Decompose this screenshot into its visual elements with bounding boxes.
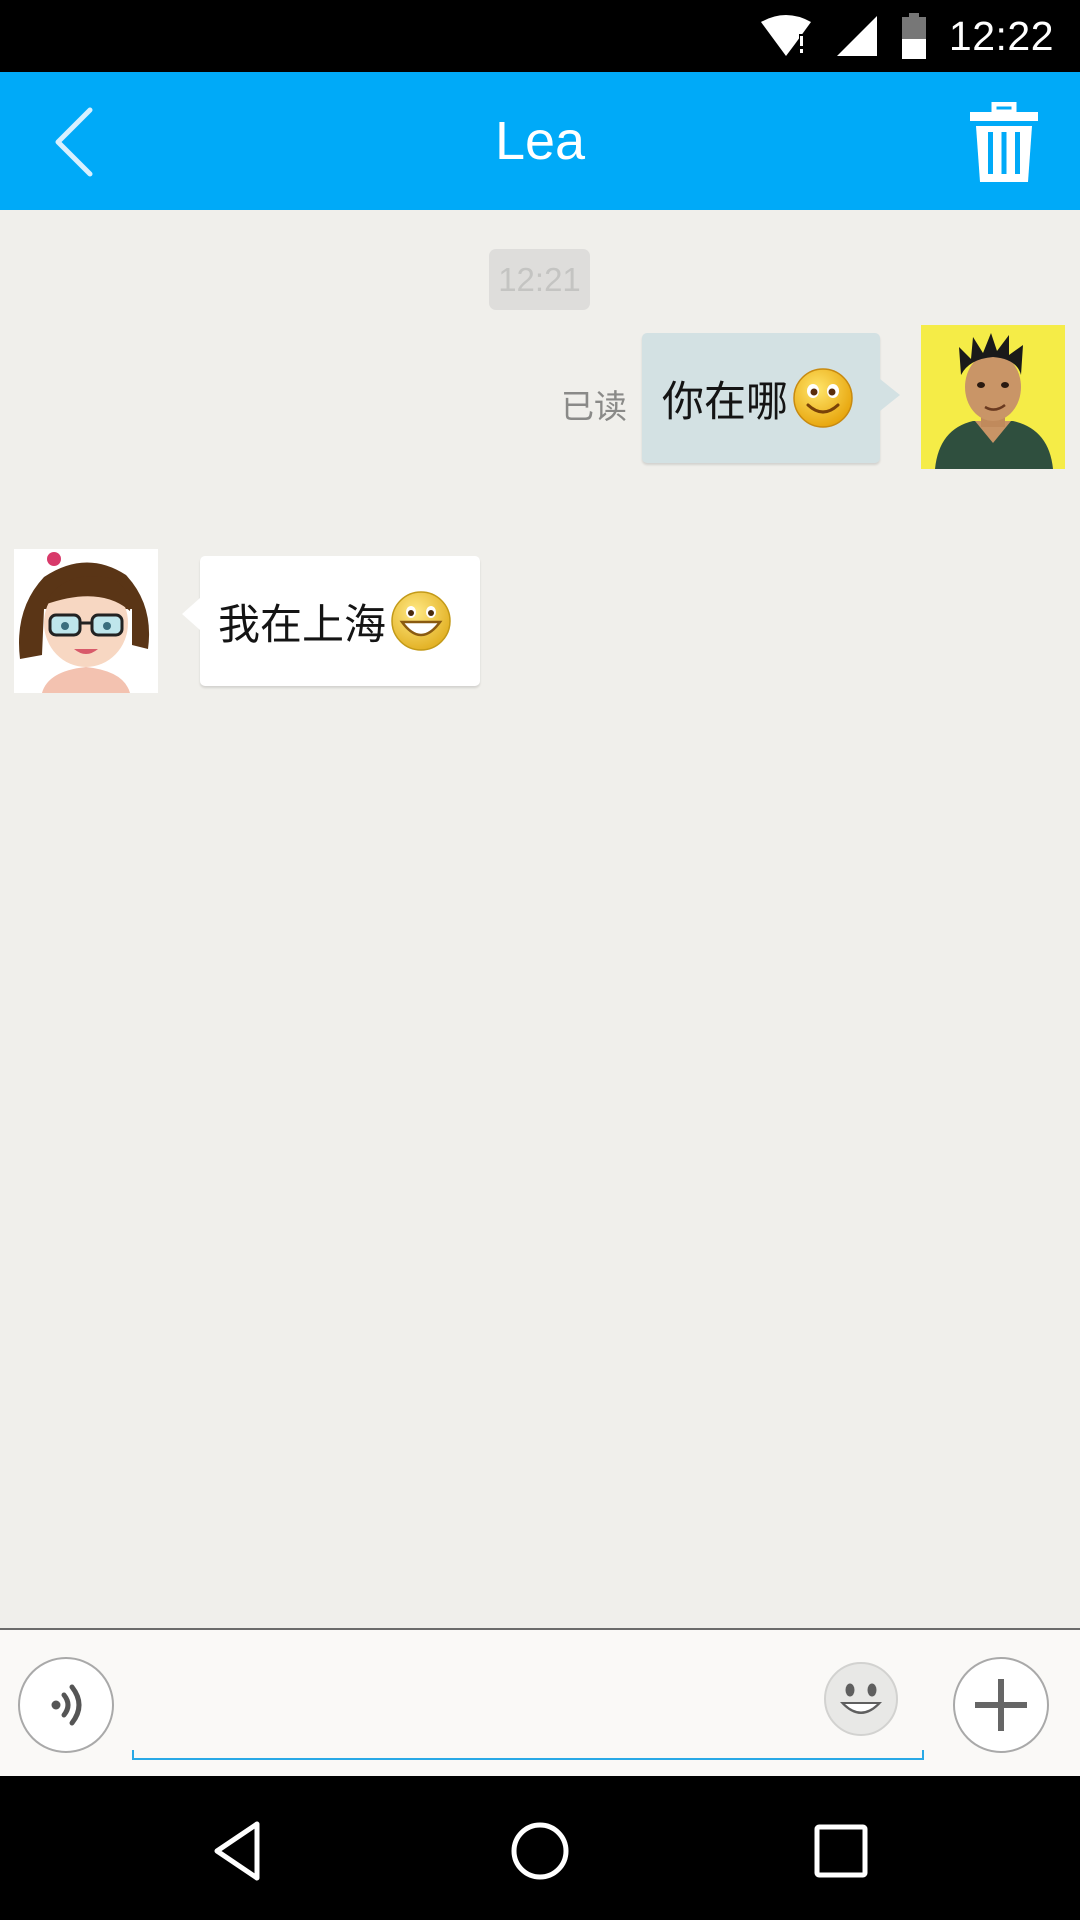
smile-emoji-icon	[793, 368, 853, 428]
delete-button[interactable]	[966, 101, 1042, 184]
battery-icon	[901, 13, 927, 59]
outgoing-message-bubble[interactable]: 你在哪	[642, 333, 900, 463]
system-nav-bar	[0, 1776, 1080, 1920]
my-avatar[interactable]	[921, 325, 1065, 469]
voice-icon	[51, 1684, 82, 1726]
message-text: 你在哪	[662, 376, 789, 426]
nav-recents-button[interactable]	[806, 1816, 876, 1886]
chat-screen: 12:22 Lea 12:21 已读 你在哪 我在上海	[0, 0, 1080, 1920]
plus-icon	[975, 1679, 1027, 1731]
status-time: 12:22	[948, 12, 1054, 59]
incoming-message-bubble[interactable]: 我在上海	[182, 556, 480, 686]
grin-emoji-icon	[391, 591, 451, 651]
trash-icon	[970, 101, 1038, 182]
read-status: 已读	[561, 387, 627, 426]
emoji-button[interactable]	[824, 1662, 898, 1736]
back-button[interactable]	[44, 102, 116, 182]
chat-header: Lea	[0, 72, 1080, 210]
input-underline	[132, 1750, 924, 1760]
status-bar: 12:22	[0, 0, 1080, 72]
male-avatar-icon	[921, 325, 1065, 469]
voice-button[interactable]	[18, 1657, 114, 1753]
lea-avatar[interactable]	[14, 549, 158, 693]
nav-back-icon	[214, 1821, 260, 1881]
message-input-bar	[0, 1628, 1080, 1776]
message-list[interactable]: 12:21 已读 你在哪 我在上海	[0, 210, 1080, 1628]
chat-title: Lea	[494, 111, 586, 171]
chevron-left-icon	[55, 107, 93, 177]
female-avatar-icon	[14, 549, 158, 693]
message-input[interactable]	[132, 1650, 924, 1750]
nav-recents-icon	[814, 1824, 868, 1878]
message-text: 我在上海	[218, 599, 387, 649]
nav-home-icon	[511, 1822, 569, 1880]
emoji-icon	[840, 1683, 882, 1714]
more-options-button[interactable]	[953, 1657, 1049, 1753]
wifi-no-internet-icon	[759, 14, 813, 58]
nav-back-button[interactable]	[205, 1816, 275, 1886]
message-timestamp: 12:21	[489, 249, 590, 310]
nav-home-button[interactable]	[505, 1816, 575, 1886]
cell-signal-icon	[835, 14, 879, 58]
